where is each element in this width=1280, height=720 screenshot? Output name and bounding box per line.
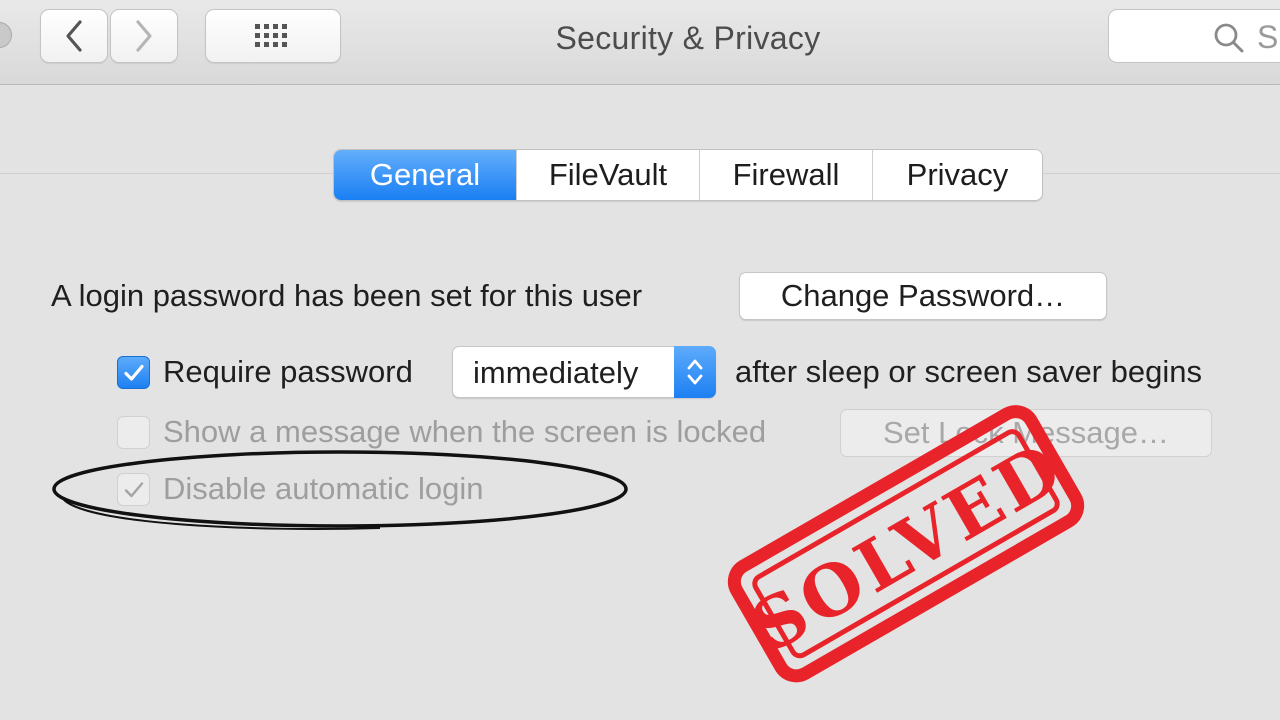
- tab-general[interactable]: General: [334, 150, 516, 200]
- solved-stamp: SOLVED: [727, 405, 1085, 683]
- after-sleep-text: after sleep or screen saver begins: [735, 354, 1202, 389]
- search-icon: [1214, 23, 1244, 53]
- require-password-checkbox[interactable]: [117, 356, 150, 389]
- tab-firewall[interactable]: Firewall: [699, 150, 872, 200]
- search-field[interactable]: S: [1108, 9, 1280, 63]
- tab-filevault[interactable]: FileVault: [516, 150, 699, 200]
- tab-bar: General FileVault Firewall Privacy: [333, 149, 1043, 201]
- window-title: Security & Privacy: [555, 20, 821, 56]
- search-placeholder: S: [1257, 19, 1279, 55]
- login-password-text: A login password has been set for this u…: [51, 278, 643, 313]
- tab-privacy[interactable]: Privacy: [872, 150, 1042, 200]
- select-value: immediately: [473, 355, 639, 390]
- show-message-checkbox[interactable]: [117, 416, 150, 449]
- require-password-label: Require password: [163, 354, 413, 389]
- window-toolbar: Security & Privacy S: [0, 0, 1280, 85]
- require-password-delay-select[interactable]: immediately: [452, 346, 716, 398]
- change-password-button[interactable]: Change Password…: [739, 272, 1107, 320]
- checkmark-icon: [123, 364, 144, 381]
- show-message-label: Show a message when the screen is locked: [163, 414, 767, 449]
- select-arrows: [674, 346, 716, 398]
- highlight-oval-annotation: [52, 450, 628, 530]
- up-down-chevron-icon: [687, 359, 703, 385]
